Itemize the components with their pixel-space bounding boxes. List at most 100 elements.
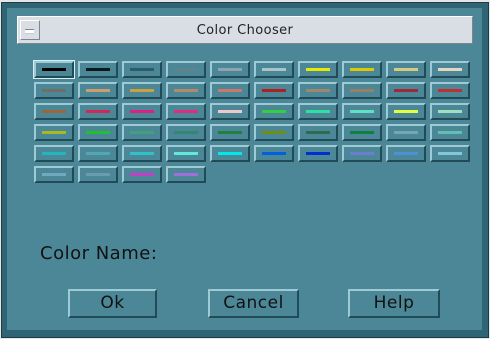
color-swatch[interactable] xyxy=(33,60,75,79)
color-swatch[interactable] xyxy=(78,82,118,99)
swatch-color-bar xyxy=(86,173,110,176)
swatch-color-bar xyxy=(438,152,462,155)
swatch-color-bar xyxy=(438,110,462,113)
swatch-color-bar xyxy=(306,110,330,113)
color-swatch[interactable] xyxy=(254,82,294,99)
swatch-color-bar xyxy=(306,89,330,92)
swatch-color-bar xyxy=(86,131,110,134)
color-swatch[interactable] xyxy=(166,166,206,183)
color-swatch[interactable] xyxy=(342,145,382,162)
swatch-color-bar xyxy=(438,89,462,92)
swatch-color-bar xyxy=(394,152,418,155)
swatch-color-bar xyxy=(42,110,66,113)
color-swatch[interactable] xyxy=(298,82,338,99)
swatch-color-bar xyxy=(262,110,286,113)
swatch-color-bar xyxy=(42,173,66,176)
swatch-color-bar xyxy=(394,89,418,92)
help-button[interactable]: Help xyxy=(348,289,440,318)
color-swatch[interactable] xyxy=(298,145,338,162)
window-title: Color Chooser xyxy=(196,23,294,38)
color-swatch[interactable] xyxy=(166,124,206,141)
swatch-color-bar xyxy=(262,68,286,71)
color-swatch[interactable] xyxy=(298,103,338,120)
color-swatch[interactable] xyxy=(430,103,470,120)
swatch-color-bar xyxy=(130,173,154,176)
color-swatch[interactable] xyxy=(166,61,206,78)
color-swatch[interactable] xyxy=(166,103,206,120)
color-swatch[interactable] xyxy=(78,61,118,78)
swatch-color-bar xyxy=(42,89,66,92)
color-swatch[interactable] xyxy=(386,61,426,78)
color-swatch[interactable] xyxy=(78,103,118,120)
color-swatch[interactable] xyxy=(430,124,470,141)
swatch-color-bar xyxy=(394,68,418,71)
color-swatch[interactable] xyxy=(298,61,338,78)
color-swatch[interactable] xyxy=(78,166,118,183)
swatch-color-bar xyxy=(42,68,66,71)
color-swatch[interactable] xyxy=(298,124,338,141)
swatch-color-bar xyxy=(350,68,374,71)
swatch-color-bar xyxy=(394,110,418,113)
swatch-color-bar xyxy=(174,110,198,113)
color-swatch[interactable] xyxy=(122,166,162,183)
color-swatch[interactable] xyxy=(122,82,162,99)
swatch-color-bar xyxy=(174,173,198,176)
color-swatch[interactable] xyxy=(34,145,74,162)
color-swatch[interactable] xyxy=(122,61,162,78)
swatch-color-bar xyxy=(174,89,198,92)
swatch-color-bar xyxy=(218,89,242,92)
swatch-color-bar xyxy=(42,131,66,134)
color-swatch[interactable] xyxy=(122,124,162,141)
swatch-color-bar xyxy=(438,131,462,134)
swatch-color-bar xyxy=(86,89,110,92)
title-bar[interactable]: Color Chooser xyxy=(17,16,473,44)
swatch-color-bar xyxy=(42,152,66,155)
color-swatch[interactable] xyxy=(342,82,382,99)
color-swatch[interactable] xyxy=(210,103,250,120)
color-swatch[interactable] xyxy=(78,124,118,141)
swatch-color-bar xyxy=(86,110,110,113)
color-swatch[interactable] xyxy=(386,103,426,120)
swatch-color-bar xyxy=(262,89,286,92)
color-swatch[interactable] xyxy=(386,145,426,162)
color-swatch[interactable] xyxy=(34,166,74,183)
swatch-color-bar xyxy=(174,131,198,134)
color-swatch[interactable] xyxy=(166,145,206,162)
ok-button[interactable]: Ok xyxy=(68,289,157,318)
color-swatch[interactable] xyxy=(254,145,294,162)
color-swatch[interactable] xyxy=(386,124,426,141)
color-swatch[interactable] xyxy=(254,61,294,78)
color-swatch[interactable] xyxy=(342,61,382,78)
swatch-color-bar xyxy=(394,131,418,134)
swatch-color-bar xyxy=(86,68,110,71)
color-swatch[interactable] xyxy=(254,124,294,141)
color-swatch[interactable] xyxy=(122,103,162,120)
dialog-content: Color Name: Ok Cancel Help xyxy=(17,44,473,326)
swatch-color-bar xyxy=(130,68,154,71)
swatch-color-bar xyxy=(218,110,242,113)
color-swatch[interactable] xyxy=(254,103,294,120)
swatch-color-bar xyxy=(350,110,374,113)
color-swatch[interactable] xyxy=(34,103,74,120)
swatch-color-bar xyxy=(306,131,330,134)
color-swatch[interactable] xyxy=(122,145,162,162)
color-swatch[interactable] xyxy=(342,124,382,141)
swatch-color-bar xyxy=(350,131,374,134)
swatch-color-bar xyxy=(262,152,286,155)
color-swatch[interactable] xyxy=(430,61,470,78)
swatch-color-bar xyxy=(130,131,154,134)
color-swatch[interactable] xyxy=(210,124,250,141)
color-swatch[interactable] xyxy=(430,145,470,162)
cancel-button[interactable]: Cancel xyxy=(208,289,299,318)
color-swatch[interactable] xyxy=(342,103,382,120)
color-swatch[interactable] xyxy=(386,82,426,99)
color-swatch[interactable] xyxy=(34,82,74,99)
color-swatch[interactable] xyxy=(78,145,118,162)
color-swatch[interactable] xyxy=(210,145,250,162)
color-swatch[interactable] xyxy=(166,82,206,99)
color-swatch[interactable] xyxy=(430,82,470,99)
color-swatch[interactable] xyxy=(210,82,250,99)
color-swatch[interactable] xyxy=(210,61,250,78)
color-swatch[interactable] xyxy=(34,124,74,141)
swatch-color-bar xyxy=(262,131,286,134)
